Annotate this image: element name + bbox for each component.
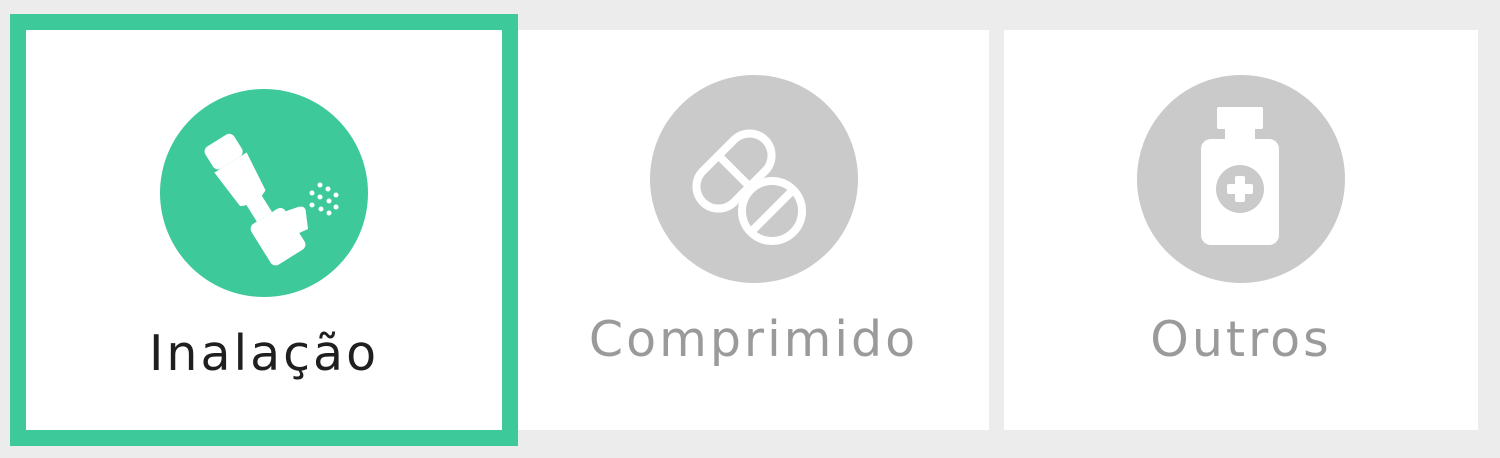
option-label: Inalação <box>148 325 380 382</box>
option-card-inalacao[interactable]: Inalação <box>10 14 518 446</box>
option-circle <box>1137 75 1345 283</box>
medicine-bottle-icon <box>1137 75 1345 283</box>
pills-icon <box>650 75 858 283</box>
option-card-outros[interactable]: Outros <box>1004 30 1478 430</box>
option-label: Comprimido <box>588 311 919 368</box>
option-label: Outros <box>1150 311 1332 368</box>
option-circle <box>160 89 368 297</box>
inhaler-icon <box>160 89 368 297</box>
option-circle <box>649 75 858 283</box>
option-card-comprimido[interactable]: Comprimido <box>518 30 989 430</box>
